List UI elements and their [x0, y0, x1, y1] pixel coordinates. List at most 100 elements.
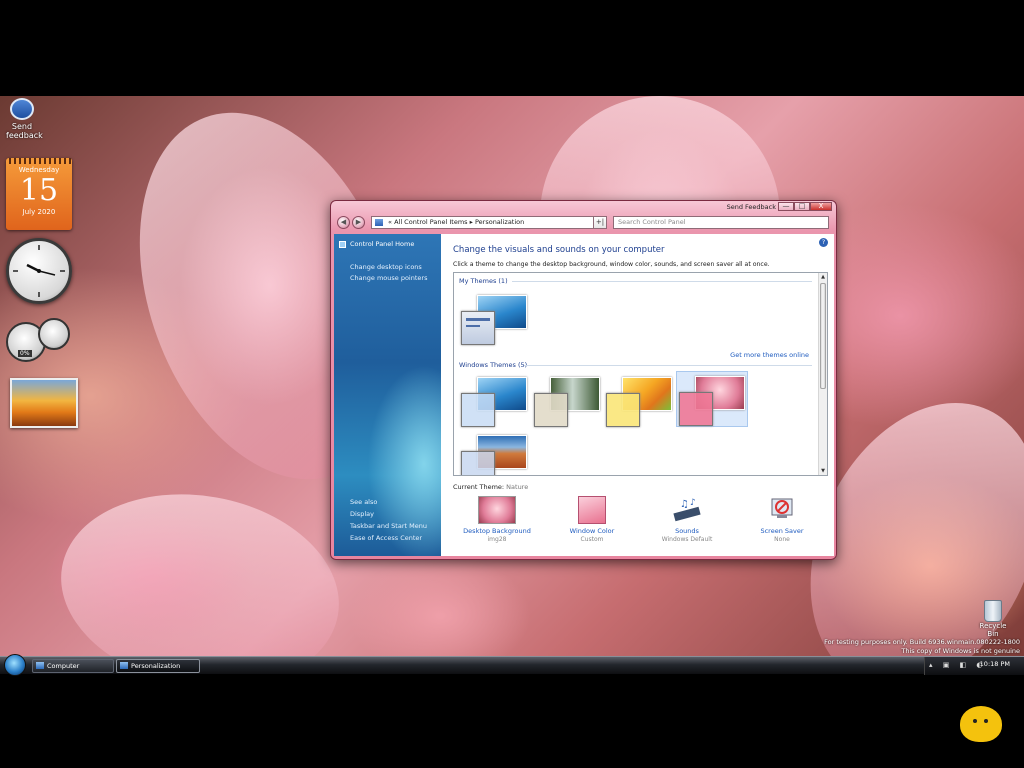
screen-saver-icon: [763, 496, 801, 524]
refresh-button[interactable]: +|: [593, 216, 607, 229]
taskbar-start-menu-link[interactable]: Taskbar and Start Menu: [350, 522, 427, 530]
wallpaper-petal: [45, 473, 355, 674]
maximize-button[interactable]: □: [794, 202, 810, 211]
display-link[interactable]: Display: [350, 510, 374, 518]
breadcrumb-all-items[interactable]: All Control Panel Items: [394, 218, 467, 226]
theme-window-preview: [606, 393, 640, 427]
theme-thumbnail-desert[interactable]: [459, 431, 531, 475]
desktop-background-icon: [478, 496, 516, 524]
sounds-icon: ♫ ♪: [668, 496, 706, 524]
close-button[interactable]: X: [810, 202, 832, 211]
start-button-icon[interactable]: [4, 654, 26, 676]
address-chevron[interactable]: «: [388, 218, 392, 226]
clock-gadget[interactable]: [6, 238, 72, 304]
cpu-meter-gadget[interactable]: 0%: [6, 318, 72, 364]
personalization-window: Send Feedback — □ X ◀ ▶ « All Control Pa…: [330, 200, 837, 560]
current-theme-value: Nature: [506, 483, 529, 491]
search-input[interactable]: Search Control Panel: [613, 216, 829, 229]
control-panel-icon: [375, 219, 383, 226]
see-also-heading: See also: [350, 498, 378, 506]
desktop-icon-label: Send feedback: [6, 122, 43, 140]
breadcrumb-separator: ▸: [469, 218, 473, 226]
my-themes-heading: My Themes (1): [459, 277, 508, 285]
taskbar-button-personalization[interactable]: Personalization: [116, 659, 200, 673]
theme-window-preview: [534, 393, 568, 427]
personalization-icon: [120, 662, 128, 669]
control-panel-home-link[interactable]: Control Panel Home: [339, 240, 414, 248]
current-theme: Current Theme: Nature: [453, 483, 528, 491]
desktop-background-value: img28: [487, 536, 507, 543]
scroll-up-icon[interactable]: ▲: [819, 273, 827, 281]
send-feedback-link[interactable]: Send Feedback: [727, 203, 776, 211]
desktop: Send feedback Wednesday 15 July 2020 0% …: [0, 96, 1024, 674]
memory-gauge-icon: [38, 318, 70, 350]
theme-window-preview: [679, 392, 713, 426]
taskbar: Computer Personalization ▴ ▣ ◧ ◐ 10:18 P…: [0, 654, 1024, 676]
home-icon: [339, 240, 346, 248]
control-panel-home-label: Control Panel Home: [350, 240, 415, 248]
tray-icons[interactable]: ▴ ▣ ◧ ◐: [929, 661, 987, 669]
minimize-button[interactable]: —: [778, 202, 794, 211]
windows-themes-heading: Windows Themes (5): [459, 361, 528, 369]
watermark-line-1: For testing purposes only. Build 6936.wi…: [824, 638, 1020, 646]
scroll-down-icon[interactable]: ▼: [819, 467, 827, 475]
theme-thumbnail-nature-selected[interactable]: [676, 371, 748, 427]
address-bar[interactable]: « All Control Panel Items ▸ Personalizat…: [371, 216, 599, 229]
desktop-background-option[interactable]: Desktop Background img28: [451, 496, 543, 543]
ease-of-access-link[interactable]: Ease of Access Center: [350, 534, 422, 542]
feedback-icon: [10, 98, 34, 120]
desktop-icon-recycle-bin[interactable]: Recycle Bin: [976, 600, 1010, 638]
theme-thumbnail-yellow[interactable]: [604, 373, 676, 429]
change-desktop-icons-link[interactable]: Change desktop icons: [350, 263, 422, 271]
theme-list-scrollbar[interactable]: ▲ ▼: [818, 273, 827, 475]
theme-thumbnail-my-theme[interactable]: [459, 291, 531, 347]
svg-text:♫: ♫: [680, 499, 689, 510]
theme-window-preview: [461, 311, 495, 345]
calendar-day: 15: [19, 173, 59, 208]
window-color-icon: [578, 496, 606, 524]
window-color-label: Window Color: [569, 527, 615, 535]
get-more-themes-link[interactable]: Get more themes online: [730, 351, 809, 359]
task-pane: Control Panel Home Change desktop icons …: [334, 234, 441, 556]
sounds-option[interactable]: ♫ ♪ Sounds Windows Default: [641, 496, 733, 543]
taskbar-clock[interactable]: 10:18 PM: [980, 660, 1010, 668]
current-theme-label: Current Theme:: [453, 483, 505, 491]
screen-saver-value: None: [774, 536, 790, 543]
mascot-logo: [960, 706, 1002, 742]
window-color-option[interactable]: Window Color Custom: [546, 496, 638, 543]
recycle-bin-icon: [984, 600, 1002, 622]
personalization-content: ? Change the visuals and sounds on your …: [441, 234, 834, 556]
desktop-icon-send-feedback[interactable]: Send feedback: [6, 98, 43, 140]
change-mouse-pointers-link[interactable]: Change mouse pointers: [350, 274, 427, 282]
breadcrumb-personalization[interactable]: Personalization: [475, 218, 524, 226]
taskbar-button-computer[interactable]: Computer: [32, 659, 114, 673]
scroll-thumb[interactable]: [820, 283, 826, 389]
caption-buttons: — □ X: [778, 202, 832, 211]
calendar-month-year: July 2020: [22, 208, 56, 216]
cpu-gauge-label: 0%: [18, 350, 32, 357]
window-titlebar[interactable]: Send Feedback — □ X: [331, 201, 836, 213]
group-divider: [524, 365, 812, 366]
page-title: Change the visuals and sounds on your co…: [453, 245, 665, 255]
window-color-value: Custom: [580, 536, 604, 543]
theme-list[interactable]: My Themes (1) Get more themes online Win…: [453, 272, 828, 476]
notification-area: ▴ ▣ ◧ ◐ 10:18 PM: [924, 657, 1024, 675]
recycle-bin-label: Recycle Bin: [979, 622, 1007, 638]
taskbar-button-label: Personalization: [131, 662, 181, 670]
watermark-line-2: This copy of Windows is not genuine: [901, 647, 1020, 655]
build-watermark: For testing purposes only. Build 6936.wi…: [824, 638, 1020, 656]
computer-icon: [36, 662, 44, 669]
slideshow-gadget[interactable]: [10, 378, 78, 428]
sounds-value: Windows Default: [661, 536, 713, 543]
theme-thumbnail-landscape[interactable]: [532, 373, 604, 429]
back-button[interactable]: ◀: [337, 216, 350, 229]
help-icon[interactable]: ?: [819, 238, 828, 247]
theme-window-preview: [461, 451, 495, 475]
calendar-gadget[interactable]: Wednesday 15 July 2020: [6, 158, 72, 230]
theme-thumbnail-windows[interactable]: [459, 373, 531, 429]
forward-button[interactable]: ▶: [352, 216, 365, 229]
page-subtitle: Click a theme to change the desktop back…: [453, 261, 770, 268]
calendar-rings: [6, 158, 72, 164]
clock-face-icon: [13, 245, 65, 297]
screen-saver-option[interactable]: Screen Saver None: [736, 496, 828, 543]
